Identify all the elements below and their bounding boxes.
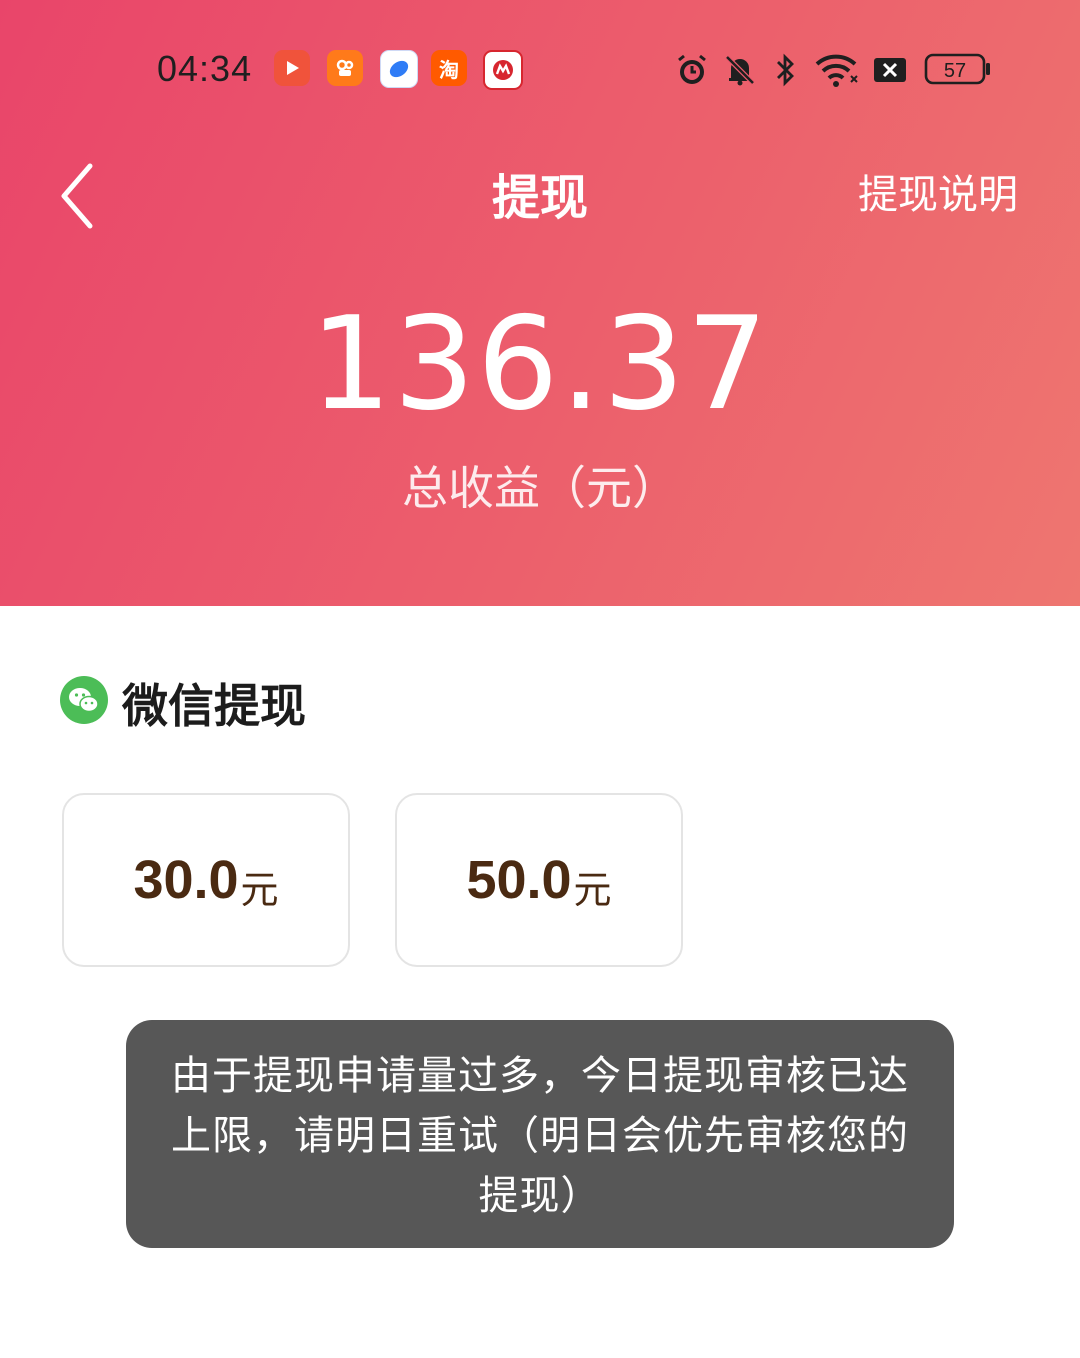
header-banner: 04:34 淘 57 提现 提现说明 136.37 总收益（元）	[0, 0, 1080, 606]
wechat-icon	[60, 676, 108, 724]
browser-icon	[380, 50, 418, 88]
mute-bell-icon	[722, 52, 758, 92]
amount-option-30[interactable]: 30.0 元	[62, 793, 350, 967]
battery-icon: 57	[924, 52, 992, 90]
battery-level: 57	[944, 60, 966, 82]
limit-reached-toast: 由于提现申请量过多，今日提现审核已达上限，请明日重试（明日会优先审核您的提现）	[126, 1020, 954, 1248]
withdraw-help-link[interactable]: 提现说明	[858, 162, 1018, 220]
amount-unit: 元	[240, 867, 279, 912]
total-balance-label: 总收益（元）	[402, 461, 678, 515]
kuaishou-icon	[327, 50, 363, 86]
status-bar: 04:34 淘 57	[0, 40, 1080, 100]
wifi-icon	[814, 52, 860, 92]
taobao-glyph: 淘	[439, 57, 459, 82]
amount-value: 30.0	[133, 850, 239, 910]
sim-off-icon	[872, 52, 908, 92]
total-balance-value: 136.37	[310, 290, 770, 439]
cmb-bank-icon	[483, 50, 523, 90]
amount-unit: 元	[573, 867, 612, 912]
nav-bar: 提现 提现说明	[0, 140, 1080, 236]
alarm-icon	[674, 52, 710, 92]
bluetooth-icon	[772, 52, 800, 92]
withdraw-method-label: 微信提现	[122, 679, 306, 733]
amount-value: 50.0	[466, 850, 572, 910]
taobao-icon: 淘	[431, 50, 467, 86]
video-app-icon	[274, 50, 310, 86]
amount-option-50[interactable]: 50.0 元	[395, 793, 683, 967]
status-time: 04:34	[157, 48, 253, 89]
